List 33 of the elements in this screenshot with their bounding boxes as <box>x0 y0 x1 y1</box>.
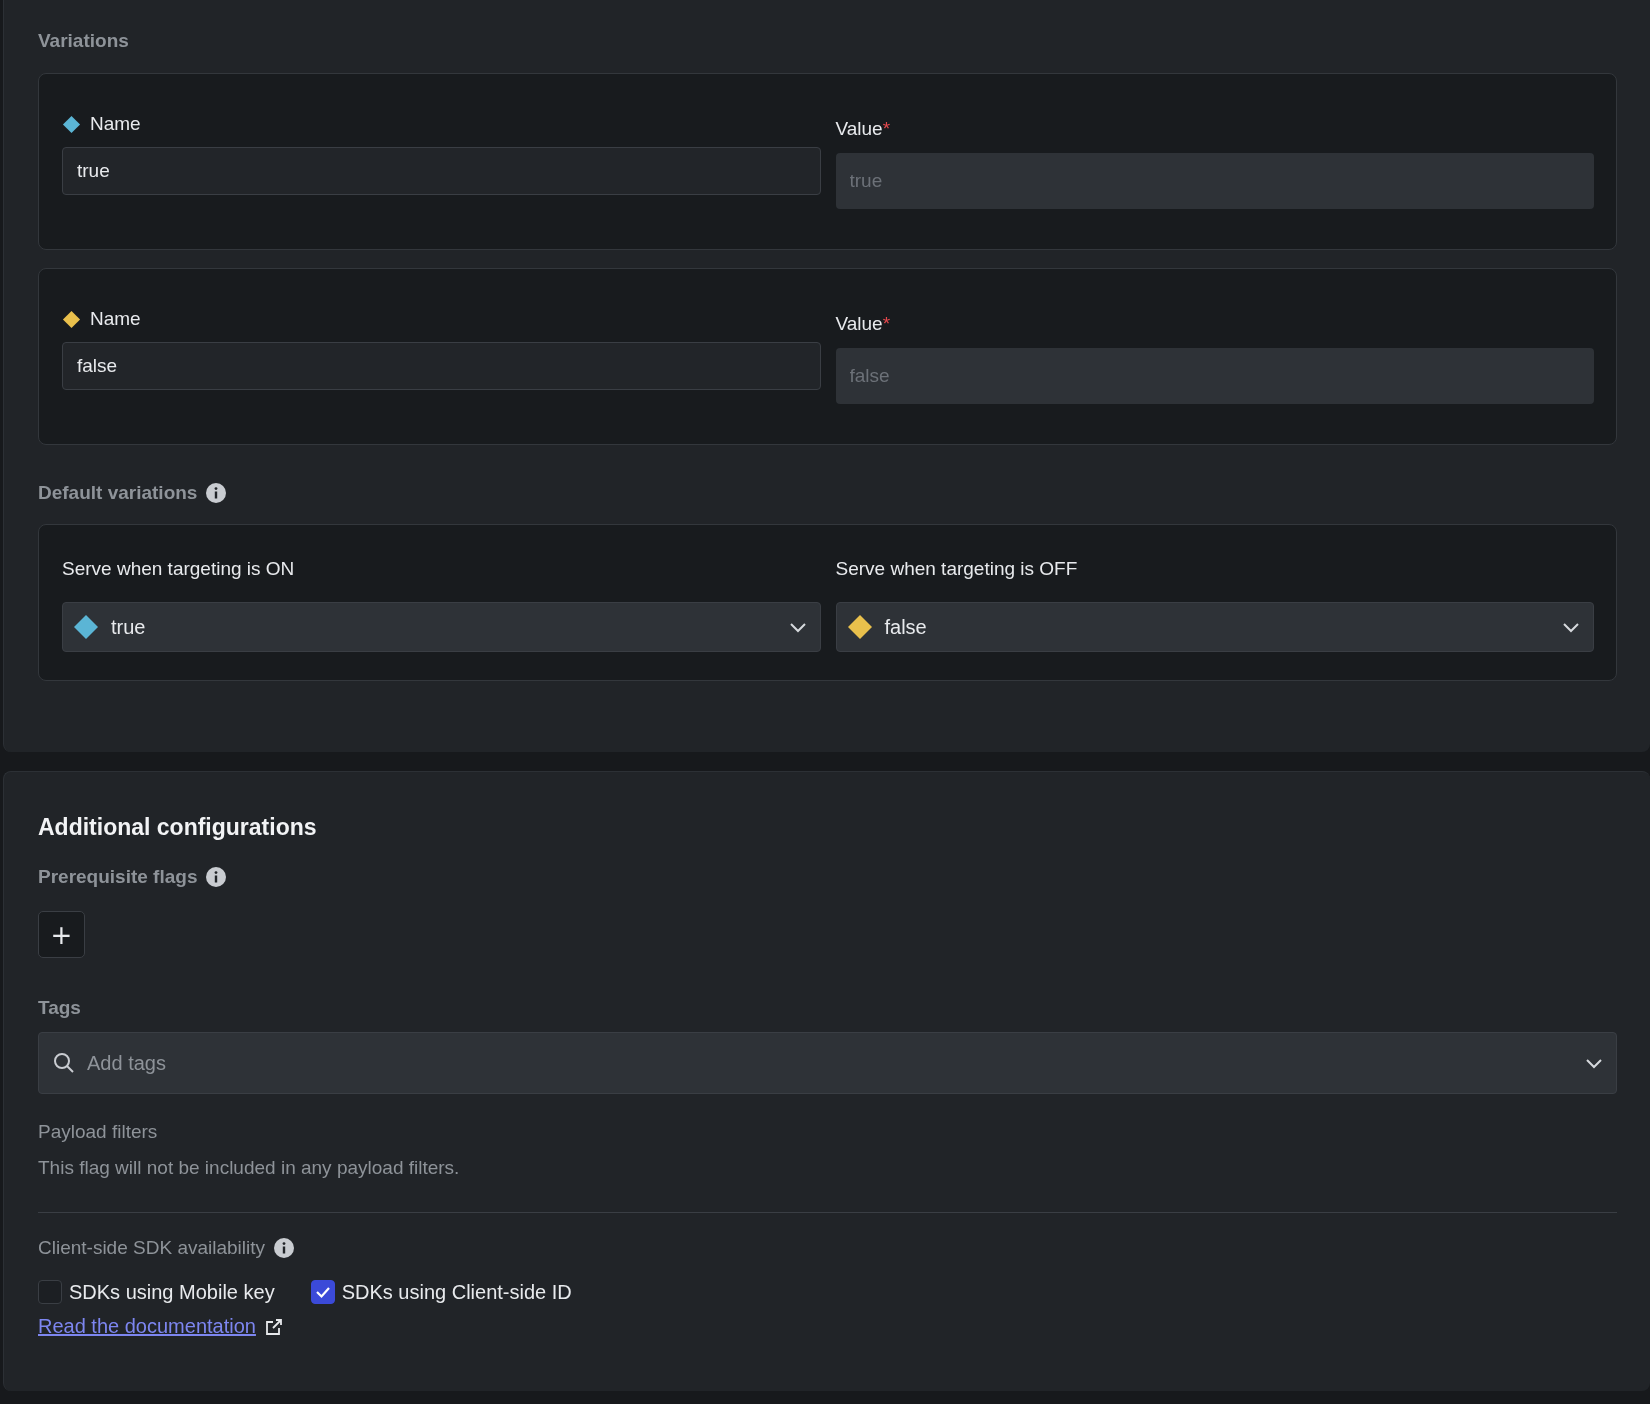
checkbox-label: SDKs using Client-side ID <box>341 1280 572 1304</box>
add-button[interactable]: + <box>38 911 85 958</box>
info-icon[interactable] <box>206 867 227 887</box>
search-icon <box>53 1052 75 1074</box>
value-field[interactable]: true <box>835 153 1594 209</box>
tags-input[interactable]: Add tags <box>85 1050 1574 1076</box>
tags-select[interactable]: Add tags <box>38 1032 1617 1094</box>
info-icon[interactable] <box>274 1238 295 1258</box>
value-field[interactable]: false <box>835 348 1594 404</box>
field-label: Name <box>90 112 141 136</box>
field-label: Name <box>90 307 141 331</box>
section-title: Additional configurations <box>38 813 318 842</box>
section-label: Client-side SDK availability <box>38 1236 266 1260</box>
name-field[interactable]: false <box>62 342 821 390</box>
field-label: Serve when targeting is OFF <box>835 557 1079 581</box>
checkbox[interactable] <box>38 1280 62 1304</box>
section-label: Tags <box>38 996 82 1020</box>
variation-select[interactable]: false <box>835 602 1594 652</box>
documentation-link[interactable]: Read the documentation <box>38 1315 256 1338</box>
checkbox-label: SDKs using Mobile key <box>69 1280 275 1304</box>
section-label: Prerequisite flags <box>38 865 198 889</box>
name-field[interactable]: true <box>62 147 821 195</box>
section-label: Payload filters <box>38 1120 159 1144</box>
section-label: Variations <box>38 29 130 53</box>
variation-select[interactable]: true <box>62 602 821 652</box>
info-icon[interactable] <box>206 483 227 503</box>
external-link-icon <box>263 1316 284 1337</box>
checkbox[interactable] <box>310 1280 335 1304</box>
section-label: Default variations <box>38 481 198 505</box>
payload-filters-text: This flag will not be included in any payload filters. <box>38 1156 461 1180</box>
field-label: Value* <box>835 117 892 141</box>
field-label: Serve when targeting is ON <box>62 557 296 581</box>
field-label: Value* <box>835 312 892 336</box>
